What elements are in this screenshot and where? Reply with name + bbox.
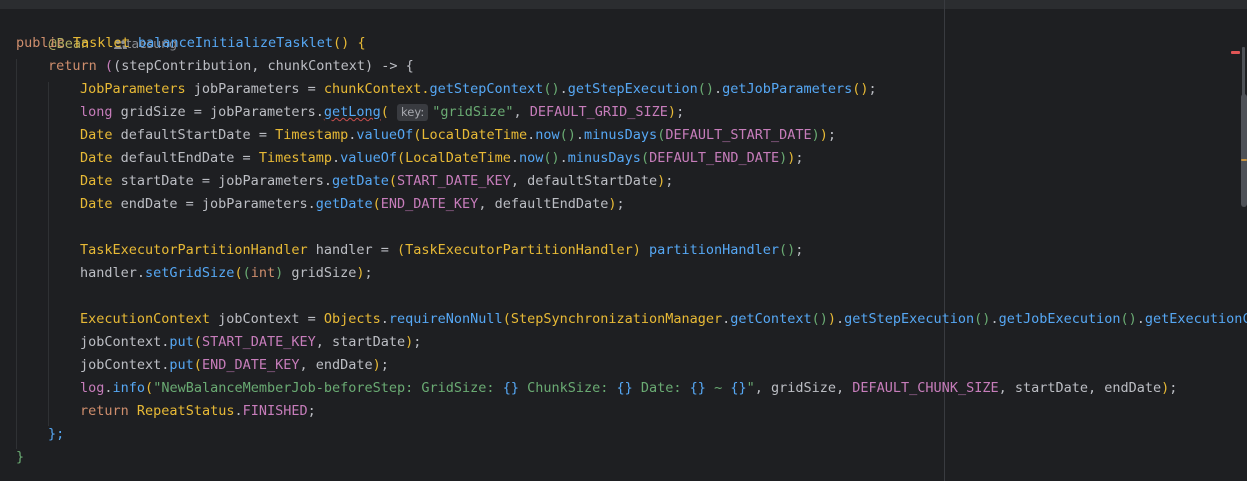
editor-tab-strip-edge — [0, 0, 1247, 9]
code-line-15: jobContext.put(START_DATE_KEY, startDate… — [80, 334, 422, 350]
scrollbar-thumb[interactable] — [1241, 94, 1247, 207]
code-line-18: return RepeatStatus.FINISHED; — [80, 403, 316, 419]
parameter-hint: key: — [397, 104, 429, 121]
indent-guide — [16, 59, 17, 449]
warning-stripe-marker[interactable] — [1241, 159, 1247, 161]
vertical-scrollbar[interactable] — [1229, 9, 1247, 481]
right-margin-guide — [944, 0, 945, 481]
code-line-2: public Tasklet balanceInitializeTasklet(… — [16, 35, 366, 51]
code-line-19: }; — [48, 426, 65, 442]
code-line-5: long gridSize = jobParameters.getLong( k… — [80, 104, 685, 121]
error-stripe-marker[interactable] — [1231, 51, 1240, 54]
code-line-4: JobParameters jobParameters = chunkConte… — [80, 81, 877, 97]
code-line-3: return ((stepContribution, chunkContext)… — [48, 58, 414, 74]
code-editor[interactable]: @Bean taesung public Tasklet balanceInit… — [0, 0, 1247, 481]
code-line-6: Date defaultStartDate = Timestamp.valueO… — [80, 127, 837, 143]
code-line-20: } — [16, 449, 25, 465]
code-line-12: handler.setGridSize((int) gridSize); — [80, 265, 373, 281]
indent-guide — [48, 82, 49, 426]
code-line-7: Date defaultEndDate = Timestamp.valueOf(… — [80, 150, 804, 166]
code-line-11: TaskExecutorPartitionHandler handler = (… — [80, 242, 804, 258]
code-line-14: ExecutionContext jobContext = Objects.re… — [80, 311, 1247, 327]
code-line-1: @Bean taesung — [16, 9, 178, 52]
code-line-17: log.info("NewBalanceMemberJob-beforeStep… — [80, 380, 1178, 396]
code-line-16: jobContext.put(END_DATE_KEY, endDate); — [80, 357, 389, 373]
code-line-9: Date endDate = jobParameters.getDate(END… — [80, 196, 625, 212]
code-line-8: Date startDate = jobParameters.getDate(S… — [80, 173, 674, 189]
